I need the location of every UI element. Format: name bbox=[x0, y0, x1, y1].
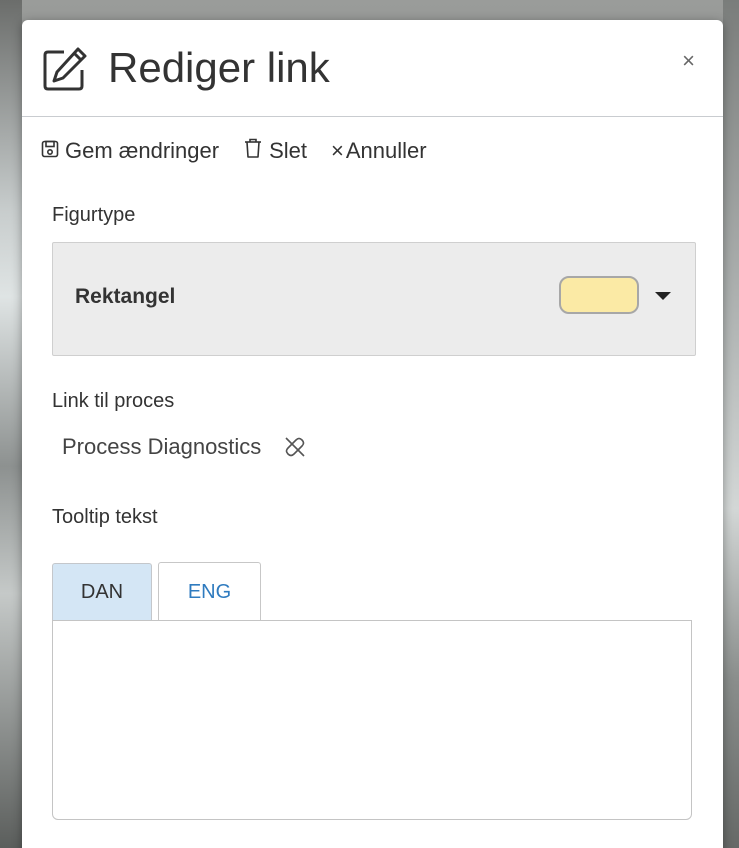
save-button-label: Gem ændringer bbox=[65, 138, 220, 163]
background-left-edge bbox=[0, 0, 22, 848]
unlink-icon[interactable] bbox=[283, 435, 307, 459]
process-link-value[interactable]: Process Diagnostics bbox=[62, 434, 261, 460]
dialog-toolbar: Gem ændringer Slet × Annuller bbox=[41, 136, 427, 166]
cancel-button-label: Annuller bbox=[345, 138, 427, 163]
edit-icon bbox=[42, 46, 88, 92]
close-icon: × bbox=[331, 138, 344, 163]
close-button[interactable]: × bbox=[682, 50, 695, 72]
tab-eng[interactable]: ENG bbox=[158, 562, 261, 621]
process-link: Process Diagnostics bbox=[62, 434, 307, 460]
language-tabs: DAN ENG bbox=[52, 562, 261, 621]
figure-type-select[interactable]: Rektangel bbox=[52, 242, 696, 356]
delete-button[interactable]: Slet bbox=[243, 137, 307, 165]
figure-type-value: Rektangel bbox=[75, 285, 176, 308]
figure-type-label: Figurtype bbox=[52, 204, 136, 226]
tooltip-text-input[interactable] bbox=[52, 620, 692, 820]
trash-icon bbox=[243, 137, 269, 165]
tooltip-label: Tooltip tekst bbox=[52, 506, 158, 528]
dialog-title: Rediger link bbox=[108, 44, 330, 91]
save-button[interactable]: Gem ændringer bbox=[41, 138, 219, 164]
cancel-button[interactable]: × Annuller bbox=[331, 138, 427, 164]
edit-link-dialog: Rediger link × Gem ændringer Slet × Annu… bbox=[22, 20, 723, 848]
background-right-edge bbox=[723, 0, 739, 848]
figure-color-swatch[interactable] bbox=[559, 276, 639, 314]
save-icon bbox=[41, 138, 65, 164]
dialog-header: Rediger link × bbox=[22, 20, 723, 117]
delete-button-label: Slet bbox=[269, 138, 307, 163]
tab-dan[interactable]: DAN bbox=[52, 563, 152, 621]
caret-down-icon[interactable] bbox=[655, 292, 671, 300]
process-link-label: Link til proces bbox=[52, 390, 175, 412]
